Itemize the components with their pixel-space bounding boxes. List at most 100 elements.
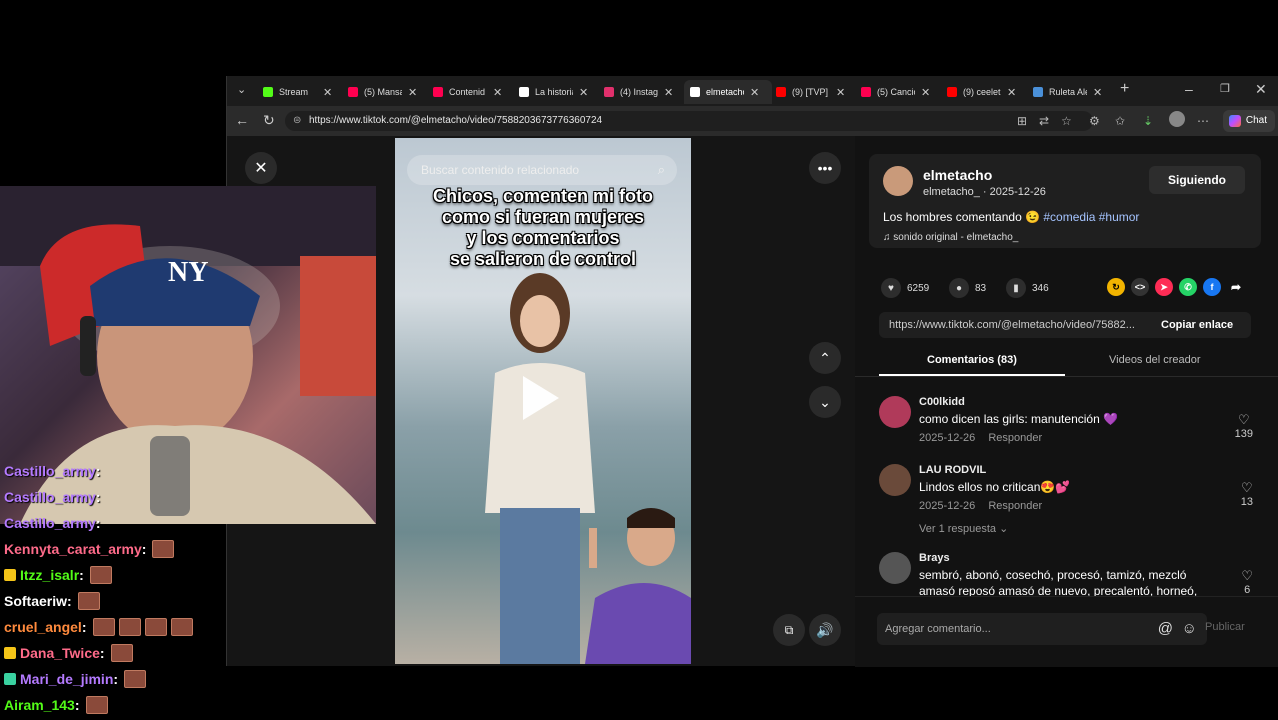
previous-video-button[interactable]: ⌃ [809, 342, 841, 374]
hashtags[interactable]: #comedia #humor [1043, 210, 1139, 224]
new-tab-button[interactable]: + [1120, 80, 1129, 98]
chat-username[interactable]: Softaeriw [4, 593, 67, 609]
more-options-button[interactable]: ••• [809, 152, 841, 184]
tab-creator-videos[interactable]: Videos del creador [1109, 354, 1201, 366]
favorite-icon[interactable]: ☆ [1061, 114, 1072, 128]
comment-username[interactable]: Brays [919, 552, 950, 564]
browser-tab[interactable]: elmetacho ✕ [684, 80, 772, 104]
close-tab-icon[interactable]: ✕ [1007, 86, 1016, 99]
back-icon[interactable]: ← [235, 112, 249, 128]
like-stat[interactable]: ♥ 6259 [881, 278, 929, 298]
comment-username[interactable]: LAU RODVIL [919, 464, 986, 476]
browser-tab[interactable]: Stream ✕ [257, 80, 345, 104]
chat-username[interactable]: Castillo_army [4, 489, 96, 505]
site-info-icon[interactable]: ⊜ [293, 111, 301, 131]
pip-button[interactable]: ⧉ [773, 614, 805, 646]
downloads-icon[interactable]: ⇣ [1143, 114, 1153, 128]
extensions-icon[interactable]: ⚙ [1089, 114, 1100, 128]
chat-username[interactable]: Airam_143 [4, 697, 75, 713]
close-tab-icon[interactable]: ✕ [323, 86, 332, 99]
post-button[interactable]: Publicar [1205, 621, 1245, 633]
chat-emote-icon [92, 618, 115, 636]
restore-icon[interactable]: ❐ [1220, 82, 1230, 95]
creator-username[interactable]: elmetacho [923, 167, 992, 183]
avatar[interactable] [879, 552, 911, 584]
copilot-chat-button[interactable]: Chat [1223, 110, 1275, 132]
avatar[interactable] [879, 396, 911, 428]
tab-action-icon[interactable]: ⊞ [1017, 114, 1027, 128]
browser-tab[interactable]: (9) ceelet ✕ [941, 80, 1029, 104]
reply-button[interactable]: Responder [988, 432, 1042, 444]
comment-like[interactable]: ♡ 6 [1241, 568, 1253, 596]
close-window-icon[interactable]: ✕ [1255, 81, 1267, 98]
video-player[interactable]: Buscar contenido relacionado ⌕ Chicos, c… [395, 138, 691, 664]
browser-tab[interactable]: (4) Instagr ✕ [598, 80, 686, 104]
chat-username[interactable]: Itzz_isalr [20, 567, 79, 583]
tab-favicon-icon [433, 87, 443, 97]
browser-tab[interactable]: (5) Mansa ✕ [342, 80, 430, 104]
next-video-button[interactable]: ⌄ [809, 386, 841, 418]
creator-avatar[interactable] [883, 166, 913, 196]
comment-stat[interactable]: ● 83 [949, 278, 986, 298]
sound-row[interactable]: ♫ sonido original - elmetacho_ [883, 232, 1018, 243]
avatar[interactable] [879, 464, 911, 496]
bookmark-icon: ▮ [1006, 278, 1026, 298]
browser-tab[interactable]: La historia ✕ [513, 80, 601, 104]
repost-icon[interactable]: ↻ [1107, 278, 1125, 296]
chat-username[interactable]: Dana_Twice [20, 645, 100, 661]
follow-button[interactable]: Siguiendo [1149, 166, 1245, 194]
chat-username[interactable]: Castillo_army [4, 515, 96, 531]
browser-tab[interactable]: Contenid ✕ [427, 80, 515, 104]
chat-username[interactable]: Mari_de_jimin [20, 671, 113, 687]
close-tab-icon[interactable]: ✕ [921, 86, 930, 99]
search-icon[interactable]: ⌕ [658, 155, 665, 185]
favorites-icon[interactable]: ✩ [1115, 114, 1125, 128]
comment-like[interactable]: ♡ 13 [1241, 480, 1253, 508]
browser-tab[interactable]: Ruleta Ale ✕ [1027, 80, 1115, 104]
close-tab-icon[interactable]: ✕ [1093, 86, 1102, 99]
play-icon[interactable] [523, 376, 559, 420]
close-tab-icon[interactable]: ✕ [664, 86, 673, 99]
browser-tab[interactable]: (9) [TVP] ✕ [770, 80, 858, 104]
reload-icon[interactable]: ↻ [263, 112, 275, 129]
video-link[interactable]: https://www.tiktok.com/@elmetacho/video/… [889, 312, 1151, 338]
close-tab-icon[interactable]: ✕ [408, 86, 417, 99]
chat-username[interactable]: cruel_angel [4, 619, 82, 635]
close-tab-icon[interactable]: ✕ [750, 86, 759, 99]
view-replies-label: Ver 1 respuesta [919, 523, 997, 535]
comment-input[interactable]: Agregar comentario... @ ☺ [877, 613, 1207, 645]
send-icon[interactable]: ➤ [1155, 278, 1173, 296]
close-tab-icon[interactable]: ✕ [493, 86, 502, 99]
related-search-input[interactable]: Buscar contenido relacionado ⌕ [407, 155, 677, 185]
close-video-button[interactable]: ✕ [245, 152, 277, 184]
chat-emote-icon [118, 618, 141, 636]
url-input[interactable]: ⊜ https://www.tiktok.com/@elmetacho/vide… [285, 111, 1093, 131]
browser-tab[interactable]: (5) Cancio ✕ [855, 80, 943, 104]
facebook-icon[interactable]: f [1203, 278, 1221, 296]
view-replies[interactable]: Ver 1 respuesta ⌄ [919, 522, 1008, 535]
comment-username[interactable]: C00lkidd [919, 396, 965, 408]
chat-separator: : [95, 463, 101, 479]
embed-icon[interactable]: <> [1131, 278, 1149, 296]
chat-username[interactable]: Castillo_army [4, 463, 96, 479]
share-arrow-icon[interactable]: ➦ [1227, 278, 1245, 296]
emoji-picker-icon[interactable]: ☺ [1182, 613, 1197, 645]
tab-list-icon[interactable]: ⌄ [237, 83, 246, 96]
tab-comments[interactable]: Comentarios (83) [927, 354, 1017, 366]
copy-link-button[interactable]: Copiar enlace [1161, 312, 1233, 338]
translate-icon[interactable]: ⇄ [1039, 114, 1049, 128]
more-options-icon[interactable]: ⋯ [1197, 114, 1209, 128]
close-tab-icon[interactable]: ✕ [836, 86, 845, 99]
minimize-icon[interactable]: – [1185, 81, 1193, 97]
chat-username[interactable]: Kennyta_carat_army [4, 541, 142, 557]
chat-message: Softaeriw : [4, 590, 100, 612]
reply-button[interactable]: Responder [988, 500, 1042, 512]
comment-like[interactable]: ♡ 139 [1235, 412, 1253, 440]
close-tab-icon[interactable]: ✕ [579, 86, 588, 99]
whatsapp-icon[interactable]: ✆ [1179, 278, 1197, 296]
save-stat[interactable]: ▮ 346 [1006, 278, 1049, 298]
mention-icon[interactable]: @ [1158, 613, 1173, 645]
profile-avatar[interactable] [1169, 111, 1185, 127]
tab-favicon-icon [263, 87, 273, 97]
volume-button[interactable]: 🔊 [809, 614, 841, 646]
